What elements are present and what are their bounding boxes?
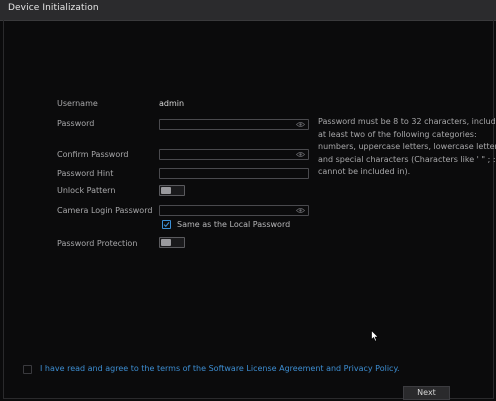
agree-checkbox[interactable] [23,365,32,374]
same-as-local-label: Same as the Local Password [177,220,291,229]
eye-icon[interactable] [296,207,305,214]
toggle-knob [161,187,171,194]
password-requirements: Password must be 8 to 32 characters, inc… [318,116,496,179]
window-title: Device Initialization [8,3,99,13]
agree-terms-link[interactable]: I have read and agree to the terms of th… [40,364,400,373]
same-as-local-checkbox[interactable] [162,220,171,229]
hint-line: and special characters (Characters like … [318,154,496,164]
password-field[interactable] [159,119,309,130]
window-titlebar: Device Initialization [0,0,496,21]
username-value: admin [159,99,185,108]
camera-login-password-label: Camera Login Password [57,206,153,215]
hint-line: cannot be included in). [318,167,411,177]
password-protection-toggle[interactable] [159,237,185,248]
confirm-password-label: Confirm Password [57,150,129,159]
unlock-pattern-label: Unlock Pattern [57,186,116,195]
toggle-knob [161,239,171,246]
next-button[interactable]: Next [403,386,450,400]
password-hint-label: Password Hint [57,169,114,178]
mouse-cursor-icon [371,330,379,342]
password-hint-field[interactable] [159,168,309,179]
password-label: Password [57,119,95,128]
confirm-password-field[interactable] [159,149,309,160]
hint-line: at least two of the following categories… [318,129,477,139]
eye-icon[interactable] [296,121,305,128]
camera-login-password-field[interactable] [159,205,309,216]
eye-icon[interactable] [296,151,305,158]
checkmark-icon [163,222,170,228]
username-label: Username [57,99,98,108]
unlock-pattern-toggle[interactable] [159,185,185,196]
password-protection-label: Password Protection [57,239,138,248]
hint-line: numbers, uppercase letters, lowercase le… [318,142,496,152]
hint-line: Password must be 8 to 32 characters, inc… [318,117,496,126]
